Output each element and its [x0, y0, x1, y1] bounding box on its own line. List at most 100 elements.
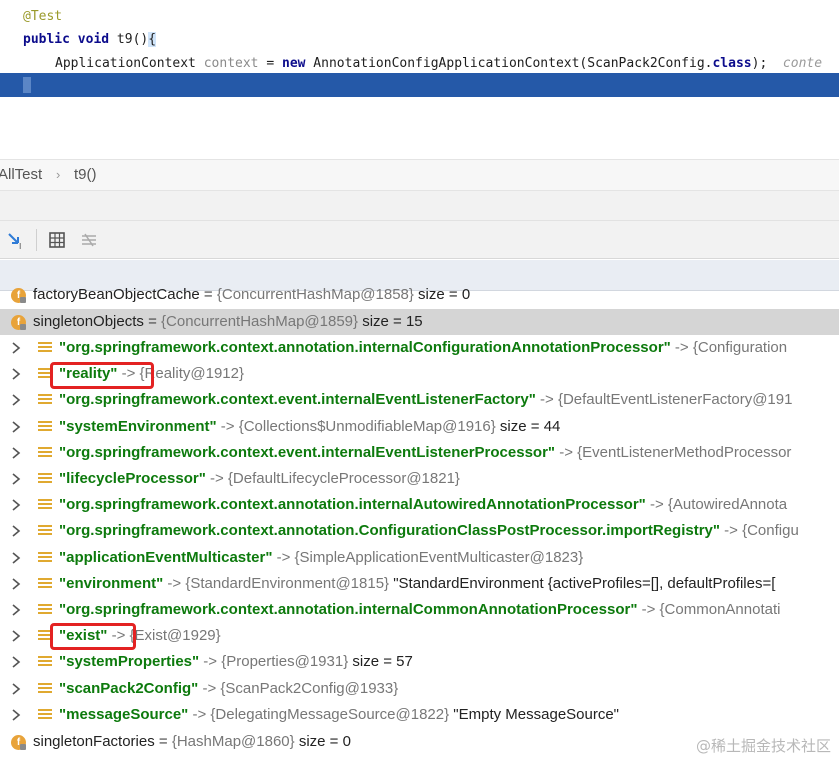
map-entry-row[interactable]: "org.springframework.context.event.inter…	[0, 387, 839, 413]
chevron-right-icon[interactable]	[9, 492, 23, 518]
entry-key: "org.springframework.context.annotation.…	[59, 339, 671, 356]
debugger-tab-strip	[0, 191, 839, 221]
chevron-right-icon[interactable]	[9, 414, 23, 440]
execution-line-highlight[interactable]	[0, 73, 839, 97]
entry-key: "applicationEventMulticaster"	[59, 548, 273, 566]
entry-value: {AutowiredAnnota	[667, 496, 788, 514]
chevron-right-icon[interactable]	[9, 466, 23, 492]
entry-key: "org.springframework.context.event.inter…	[59, 443, 556, 461]
map-entry-row[interactable]: "messageSource" -> {DelegatingMessageSou…	[0, 702, 839, 728]
entry-value: {DefaultLifecycleProcessor@1821}	[227, 470, 460, 487]
entry-extra: size = 44	[495, 417, 561, 435]
entry-key: "systemEnvironment"	[59, 417, 217, 435]
code-editor[interactable]: @Test public void t9(){ ApplicationConte…	[0, 0, 839, 150]
entry-value: {Exist@1929}	[129, 627, 221, 645]
map-entry-icon	[38, 473, 52, 485]
map-entry-icon	[38, 604, 52, 616]
field-icon: f	[11, 288, 26, 303]
field-icon: f	[11, 735, 26, 750]
entry-value: {Configu	[742, 522, 799, 540]
entry-key: "lifecycleProcessor"	[59, 470, 206, 487]
watermark: @稀土掘金技术社区	[695, 737, 831, 755]
entry-key: "org.springframework.context.event.inter…	[59, 391, 536, 409]
code-line-annotation[interactable]: @Test	[0, 4, 839, 29]
svg-text:I: I	[19, 242, 21, 250]
map-entry-row[interactable]: "org.springframework.context.annotation.…	[0, 518, 839, 544]
chevron-right-icon[interactable]	[9, 440, 23, 466]
chevron-right-icon[interactable]	[9, 518, 23, 544]
map-entry-row[interactable]: "lifecycleProcessor" -> {DefaultLifecycl…	[0, 466, 839, 492]
breadcrumb: AllTest › t9()	[0, 159, 839, 191]
map-entry-icon	[38, 420, 52, 433]
entry-value: {EventListenerMethodProcessor	[577, 443, 792, 461]
entry-value: {CommonAnnotati	[659, 601, 781, 618]
field-name: singletonFactories	[33, 733, 155, 750]
map-entry-row[interactable]: "org.springframework.context.event.inter…	[0, 440, 839, 466]
entry-value: {Reality@1912}	[139, 365, 244, 383]
map-entry-row[interactable]: "systemProperties" -> {Properties@1931} …	[0, 649, 839, 675]
step-into-icon[interactable]: I	[5, 229, 27, 251]
chevron-right-icon[interactable]	[9, 387, 23, 413]
map-entry-icon	[38, 342, 52, 354]
map-entry-row[interactable]: "scanPack2Config" -> {ScanPack2Config@19…	[0, 676, 839, 702]
map-entry-icon	[38, 577, 52, 590]
map-entry-row[interactable]: "environment" -> {StandardEnvironment@18…	[0, 571, 839, 597]
chevron-right-icon[interactable]	[9, 597, 23, 623]
entry-value: {StandardEnvironment@1815}	[185, 574, 390, 592]
entry-key: "scanPack2Config"	[59, 679, 199, 697]
breadcrumb-method[interactable]: t9()	[74, 160, 97, 190]
variables-tree: f factoryBeanObjectCache = {ConcurrentHa…	[0, 283, 839, 762]
map-entry-icon	[38, 446, 52, 459]
field-value: {ConcurrentHashMap@1858}	[216, 286, 414, 303]
map-entry-row[interactable]: "org.springframework.context.annotation.…	[0, 597, 839, 623]
chevron-right-icon[interactable]	[9, 361, 23, 387]
entry-key: "org.springframework.context.annotation.…	[59, 601, 638, 618]
map-entry-icon	[38, 708, 52, 721]
entry-value: {DefaultEventListenerFactory@191	[557, 391, 793, 409]
chevron-right-icon[interactable]	[9, 702, 23, 728]
map-entry-icon	[38, 551, 52, 564]
chevron-right-icon[interactable]	[9, 649, 23, 675]
map-entry-row[interactable]: "applicationEventMulticaster" -> {Simple…	[0, 545, 839, 571]
chevron-right-icon[interactable]	[9, 571, 23, 597]
tree-row-singleton-objects[interactable]: f singletonObjects = {ConcurrentHashMap@…	[0, 309, 839, 335]
entry-key: "org.springframework.context.annotation.…	[59, 522, 720, 540]
map-entry-icon	[38, 499, 52, 511]
entry-value: {Properties@1931}	[221, 653, 349, 671]
breadcrumb-class[interactable]: AllTest	[0, 160, 42, 190]
highlight-box-exist	[50, 623, 136, 650]
entry-key: "org.springframework.context.annotation.…	[59, 496, 646, 514]
field-size: size = 0	[294, 733, 351, 750]
chevron-right-icon[interactable]	[9, 545, 23, 571]
field-value: {HashMap@1860}	[171, 733, 295, 750]
chevron-right-icon[interactable]	[9, 335, 23, 361]
debugger-toolbar: I	[0, 221, 839, 259]
code-line-method-signature[interactable]: public void t9(){	[0, 27, 839, 52]
entry-key: "environment"	[59, 574, 164, 592]
map-entry-icon	[38, 682, 52, 695]
entry-value: {SimpleApplicationEventMulticaster@1823}	[294, 548, 584, 566]
field-name: factoryBeanObjectCache	[33, 286, 200, 303]
field-value: {ConcurrentHashMap@1859}	[161, 313, 359, 330]
entry-key: "messageSource"	[59, 705, 189, 723]
map-entry-icon	[38, 656, 52, 668]
entry-value: {ScanPack2Config@1933}	[220, 679, 399, 697]
entry-extra: size = 57	[348, 653, 413, 671]
evaluate-icon[interactable]	[78, 229, 100, 251]
field-size: size = 0	[413, 286, 471, 303]
map-entry-icon	[38, 394, 52, 406]
chevron-right-icon[interactable]	[9, 676, 23, 702]
map-entry-row[interactable]: "systemEnvironment" -> {Collections$Unmo…	[0, 414, 839, 440]
field-icon: f	[11, 315, 26, 330]
breadcrumb-separator: ›	[56, 167, 61, 182]
map-entry-row[interactable]: "org.springframework.context.annotation.…	[0, 492, 839, 518]
chevron-right-icon[interactable]	[9, 623, 23, 649]
entry-value: {Collections$UnmodifiableMap@1916}	[238, 417, 496, 435]
map-entry-row[interactable]: "org.springframework.context.annotation.…	[0, 335, 839, 361]
field-name: singletonObjects	[33, 313, 144, 330]
table-view-icon[interactable]	[46, 229, 68, 251]
entry-extra: "StandardEnvironment {activeProfiles=[],…	[389, 574, 776, 592]
tree-row-factory-bean-cache[interactable]: f factoryBeanObjectCache = {ConcurrentHa…	[0, 283, 839, 309]
field-size: size = 15	[358, 313, 423, 330]
entry-value: {DelegatingMessageSource@1822}	[210, 705, 450, 723]
